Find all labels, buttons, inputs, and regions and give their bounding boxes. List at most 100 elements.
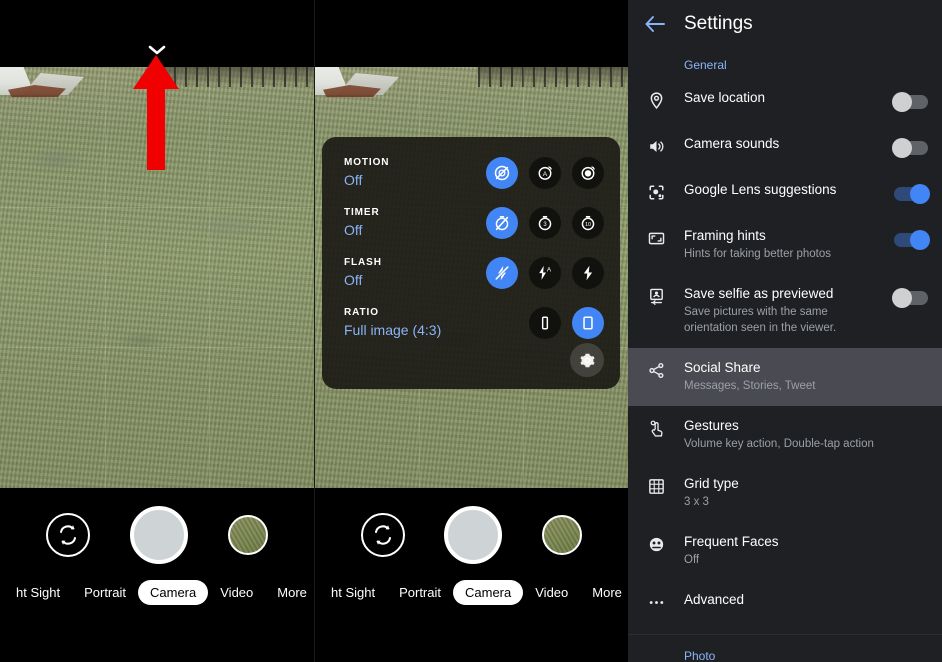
timer-options: 3 10	[486, 205, 604, 239]
last-photo-thumbnail[interactable]	[542, 515, 583, 555]
timer-label: TIMER	[344, 207, 380, 218]
settings-row-text: Google Lens suggestions	[684, 181, 882, 199]
settings-row-text: Social Share Messages, Stories, Tweet	[684, 359, 928, 395]
camera-flip-icon[interactable]	[360, 513, 405, 557]
settings-row-text: Save selfie as previewed Save pictures w…	[684, 285, 882, 337]
settings-row-title: Framing hints	[684, 228, 766, 243]
toggle-wrap	[882, 181, 930, 204]
settings-row-subtitle: Off	[684, 554, 700, 567]
toggle-camera-sounds[interactable]	[892, 138, 928, 158]
timer-off-icon[interactable]	[486, 207, 518, 239]
settings-row-grid-type[interactable]: Grid type 3 x 3	[628, 464, 942, 522]
mode-night-sight[interactable]: ht Sight	[4, 580, 72, 605]
toggle-wrap	[882, 227, 930, 250]
camera-mode-switcher: ht Sight Portrait Camera Video More	[315, 580, 628, 605]
ratio-4-3-icon[interactable]	[572, 307, 604, 339]
fence-detail	[163, 67, 314, 87]
settings-row-text: Framing hints Hints for taking better ph…	[684, 227, 882, 263]
motion-off-icon[interactable]	[486, 157, 518, 189]
settings-row-title: Google Lens suggestions	[684, 182, 837, 197]
gesture-tap-icon	[628, 417, 684, 438]
flash-off-icon[interactable]	[486, 257, 518, 289]
mode-video[interactable]: Video	[523, 580, 580, 605]
settings-row-subtitle: Volume key action, Double-tap action	[684, 438, 874, 451]
svg-text:10: 10	[585, 222, 591, 228]
back-arrow-icon[interactable]	[642, 11, 668, 37]
selfie-orientation-icon	[628, 285, 684, 306]
settings-row-title: Advanced	[684, 592, 745, 608]
toggle-save-selfie[interactable]	[892, 288, 928, 309]
svg-text:3: 3	[543, 222, 547, 228]
quick-row-timer: TIMER Off 3 10	[322, 205, 620, 255]
settings-pane: Settings General Save location Camera so…	[628, 0, 942, 662]
mode-night-sight[interactable]: ht Sight	[319, 580, 387, 605]
flash-on-icon[interactable]	[572, 257, 604, 289]
google-lens-icon	[628, 181, 684, 202]
settings-row-text: Camera sounds	[684, 135, 882, 153]
settings-row-gestures[interactable]: Gestures Volume key action, Double-tap a…	[628, 406, 942, 464]
settings-row-text: Frequent Faces Off	[684, 533, 928, 569]
settings-row-save-selfie[interactable]: Save selfie as previewed Save pictures w…	[628, 274, 942, 348]
settings-row-frequent-faces[interactable]: Frequent Faces Off	[628, 522, 942, 580]
mode-camera[interactable]: Camera	[138, 580, 209, 605]
flash-value: Off	[344, 272, 363, 288]
viewfinder-preview[interactable]	[0, 67, 314, 488]
ratio-options	[529, 305, 604, 339]
settings-row-title: Frequent Faces	[684, 534, 779, 550]
mode-video[interactable]: Video	[208, 580, 265, 605]
settings-row-social-share[interactable]: Social Share Messages, Stories, Tweet	[628, 348, 942, 407]
mode-portrait[interactable]: Portrait	[72, 580, 138, 605]
toggle-wrap	[882, 89, 928, 112]
shutter-button[interactable]	[130, 506, 188, 564]
settings-row-framing-hints[interactable]: Framing hints Hints for taking better ph…	[628, 216, 942, 274]
last-photo-thumbnail[interactable]	[228, 515, 268, 555]
settings-row-text: Gestures Volume key action, Double-tap a…	[684, 417, 928, 453]
settings-row-google-lens[interactable]: Google Lens suggestions	[628, 170, 942, 216]
mode-portrait[interactable]: Portrait	[387, 580, 453, 605]
camera-mode-switcher: ht Sight Portrait Camera Video More	[0, 580, 314, 605]
shutter-button[interactable]	[444, 506, 503, 564]
settings-row-subtitle: Messages, Stories, Tweet	[684, 380, 816, 393]
mode-camera[interactable]: Camera	[453, 580, 524, 605]
grid-icon	[628, 475, 684, 496]
settings-row-text: Grid type 3 x 3	[684, 475, 928, 511]
settings-row-title: Save selfie as previewed	[684, 286, 834, 302]
motion-on-icon[interactable]	[572, 157, 604, 189]
framing-hints-icon	[628, 227, 684, 248]
chevron-down-icon[interactable]	[147, 44, 167, 56]
ratio-16-9-icon[interactable]	[529, 307, 561, 339]
frequent-faces-icon	[628, 533, 684, 554]
settings-row-save-location[interactable]: Save location	[628, 78, 942, 124]
toggle-google-lens[interactable]	[894, 184, 930, 204]
motion-auto-icon[interactable]: A	[529, 157, 561, 189]
settings-row-title: Social Share	[684, 360, 761, 376]
toggle-save-location[interactable]	[892, 92, 928, 112]
mode-more[interactable]: More	[580, 580, 628, 605]
flash-auto-icon[interactable]: A	[529, 257, 561, 289]
quick-row-motion: MOTION Off A	[322, 155, 620, 205]
camera-bottom-bar: ht Sight Portrait Camera Video More	[315, 488, 628, 662]
fence-detail	[477, 67, 628, 87]
timer-value: Off	[344, 222, 363, 238]
toggle-knob	[892, 92, 912, 112]
camera-bottom-bar: ht Sight Portrait Camera Video More	[0, 488, 314, 662]
share-icon	[628, 359, 684, 380]
camera-controls-row	[0, 506, 314, 564]
toggle-wrap	[882, 285, 928, 309]
mode-more[interactable]: More	[265, 580, 314, 605]
camera-flip-icon[interactable]	[46, 513, 90, 557]
timer-3s-icon[interactable]: 3	[529, 207, 561, 239]
motion-options: A	[486, 155, 604, 189]
timer-10s-icon[interactable]: 10	[572, 207, 604, 239]
settings-row-advanced[interactable]: Advanced	[628, 580, 942, 626]
settings-row-text: Save location	[684, 89, 882, 107]
settings-row-title: Grid type	[684, 476, 739, 492]
settings-row-camera-sounds[interactable]: Camera sounds	[628, 124, 942, 170]
gear-icon[interactable]	[570, 343, 604, 377]
grid-line	[209, 67, 211, 488]
toggle-framing-hints[interactable]	[894, 230, 930, 250]
location-pin-icon	[628, 89, 684, 110]
motion-label: MOTION	[344, 157, 390, 168]
more-dots-icon	[628, 591, 684, 612]
section-label-general: General	[684, 58, 727, 72]
